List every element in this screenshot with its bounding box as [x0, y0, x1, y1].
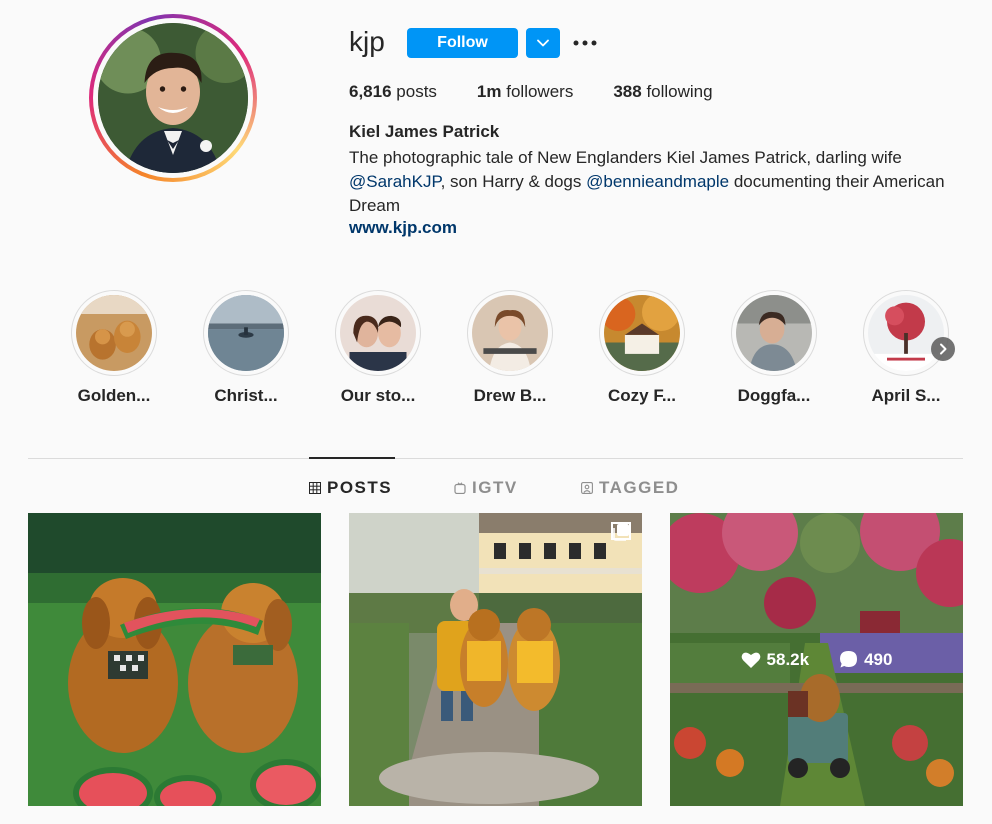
suggested-accounts-dropdown-button[interactable] [526, 28, 560, 58]
highlight-golden[interactable]: Golden... [69, 290, 159, 406]
highlight-cover-image [604, 295, 680, 371]
highlight-ring [863, 290, 949, 376]
profile-bio: The photographic tale of New Englanders … [349, 146, 959, 218]
highlight-cover [472, 295, 548, 371]
highlight-cover-image [868, 295, 944, 371]
tab-igtv[interactable]: IGTV [454, 478, 518, 498]
avatar-inner [93, 18, 253, 178]
profile-website-link[interactable]: www.kjp.com [349, 218, 457, 238]
highlight-cover [208, 295, 284, 371]
highlight-christ[interactable]: Christ... [201, 290, 291, 406]
post-image-dogs-watermelon [28, 513, 321, 806]
bio-text-2: , son Harry & dogs [440, 172, 587, 191]
avatar [98, 23, 248, 173]
bio-text-1: The photographic tale of New Englanders … [349, 148, 902, 167]
post-tile[interactable] [28, 513, 321, 806]
tab-label: TAGGED [599, 478, 680, 497]
more-options-button[interactable] [570, 30, 600, 56]
post-image-boy-dogs-raincoats [349, 513, 642, 806]
highlight-label: Christ... [214, 386, 278, 405]
bio-mention-bennieandmaple[interactable]: @bennieandmaple [586, 172, 729, 191]
highlight-cozy-f[interactable]: Cozy F... [597, 290, 687, 406]
highlight-ring [335, 290, 421, 376]
highlight-label: Cozy F... [607, 386, 676, 405]
highlight-cover [736, 295, 812, 371]
highlight-ring [467, 290, 553, 376]
following-stat[interactable]: 388 following [613, 82, 712, 102]
followers-label: followers [506, 82, 574, 101]
following-label: following [646, 82, 713, 101]
active-tab-indicator [309, 457, 395, 459]
profile-full-name: Kiel James Patrick [349, 122, 500, 141]
highlight-label: Golden... [77, 386, 151, 405]
tab-label: POSTS [327, 478, 393, 497]
chevron-down-icon [537, 39, 549, 47]
post-hover-stats: 58.2k 490 [670, 513, 963, 806]
heart-icon [741, 652, 760, 668]
followers-count: 1m [476, 82, 502, 101]
followers-stat[interactable]: 1m followers [477, 82, 573, 102]
highlight-cover [604, 295, 680, 371]
post-tile[interactable]: 58.2k 490 [670, 513, 963, 806]
highlight-label: Doggfa... [737, 386, 811, 405]
profile-stats: 6,816 posts 1m followers 388 following [349, 82, 753, 102]
tagged-user-icon [581, 482, 593, 494]
highlight-cover [76, 295, 152, 371]
avatar-photo [98, 23, 248, 173]
highlights-next-button[interactable] [931, 337, 955, 361]
highlight-label: Drew B... [473, 386, 547, 405]
profile-username: kjp [349, 26, 385, 57]
post-tile[interactable] [349, 513, 642, 806]
highlight-cover [340, 295, 416, 371]
highlight-cover-image [472, 295, 548, 371]
tabs-divider [28, 458, 963, 459]
likes-stat: 58.2k [741, 649, 810, 670]
highlight-cover-image [76, 295, 152, 371]
bio-mention-sarahkjp[interactable]: @SarahKJP [349, 172, 441, 191]
following-count: 388 [613, 82, 642, 101]
highlight-ring [71, 290, 157, 376]
highlight-cover-image [208, 295, 284, 371]
highlight-drew-b[interactable]: Drew B... [465, 290, 555, 406]
tab-posts[interactable]: POSTS [309, 478, 392, 498]
highlight-ring [731, 290, 817, 376]
posts-count: 6,816 [349, 82, 392, 101]
posts-label: posts [396, 82, 437, 101]
more-horizontal-icon [573, 40, 597, 46]
highlight-doggfa[interactable]: Doggfa... [729, 290, 819, 406]
chevron-right-icon [940, 343, 947, 355]
igtv-icon [454, 482, 466, 494]
multiple-posts-icon [612, 523, 630, 541]
highlight-our-story[interactable]: Our sto... [333, 290, 423, 406]
highlight-label: Our sto... [340, 386, 416, 405]
tab-tagged[interactable]: TAGGED [581, 478, 679, 498]
tab-label: IGTV [472, 478, 518, 497]
highlight-cover-image [340, 295, 416, 371]
grid-icon [309, 482, 321, 494]
comments-count: 490 [864, 649, 893, 669]
highlight-label: April S... [871, 386, 941, 405]
comment-bubble-icon [840, 651, 858, 668]
profile-avatar-story-ring[interactable] [89, 14, 257, 182]
comments-stat: 490 [839, 650, 892, 670]
posts-stat: 6,816 posts [349, 82, 437, 102]
likes-count: 58.2k [766, 649, 810, 669]
highlight-cover-image [736, 295, 812, 371]
highlight-ring [599, 290, 685, 376]
highlight-ring [203, 290, 289, 376]
follow-button[interactable]: Follow [407, 28, 518, 58]
highlight-cover [868, 295, 944, 371]
